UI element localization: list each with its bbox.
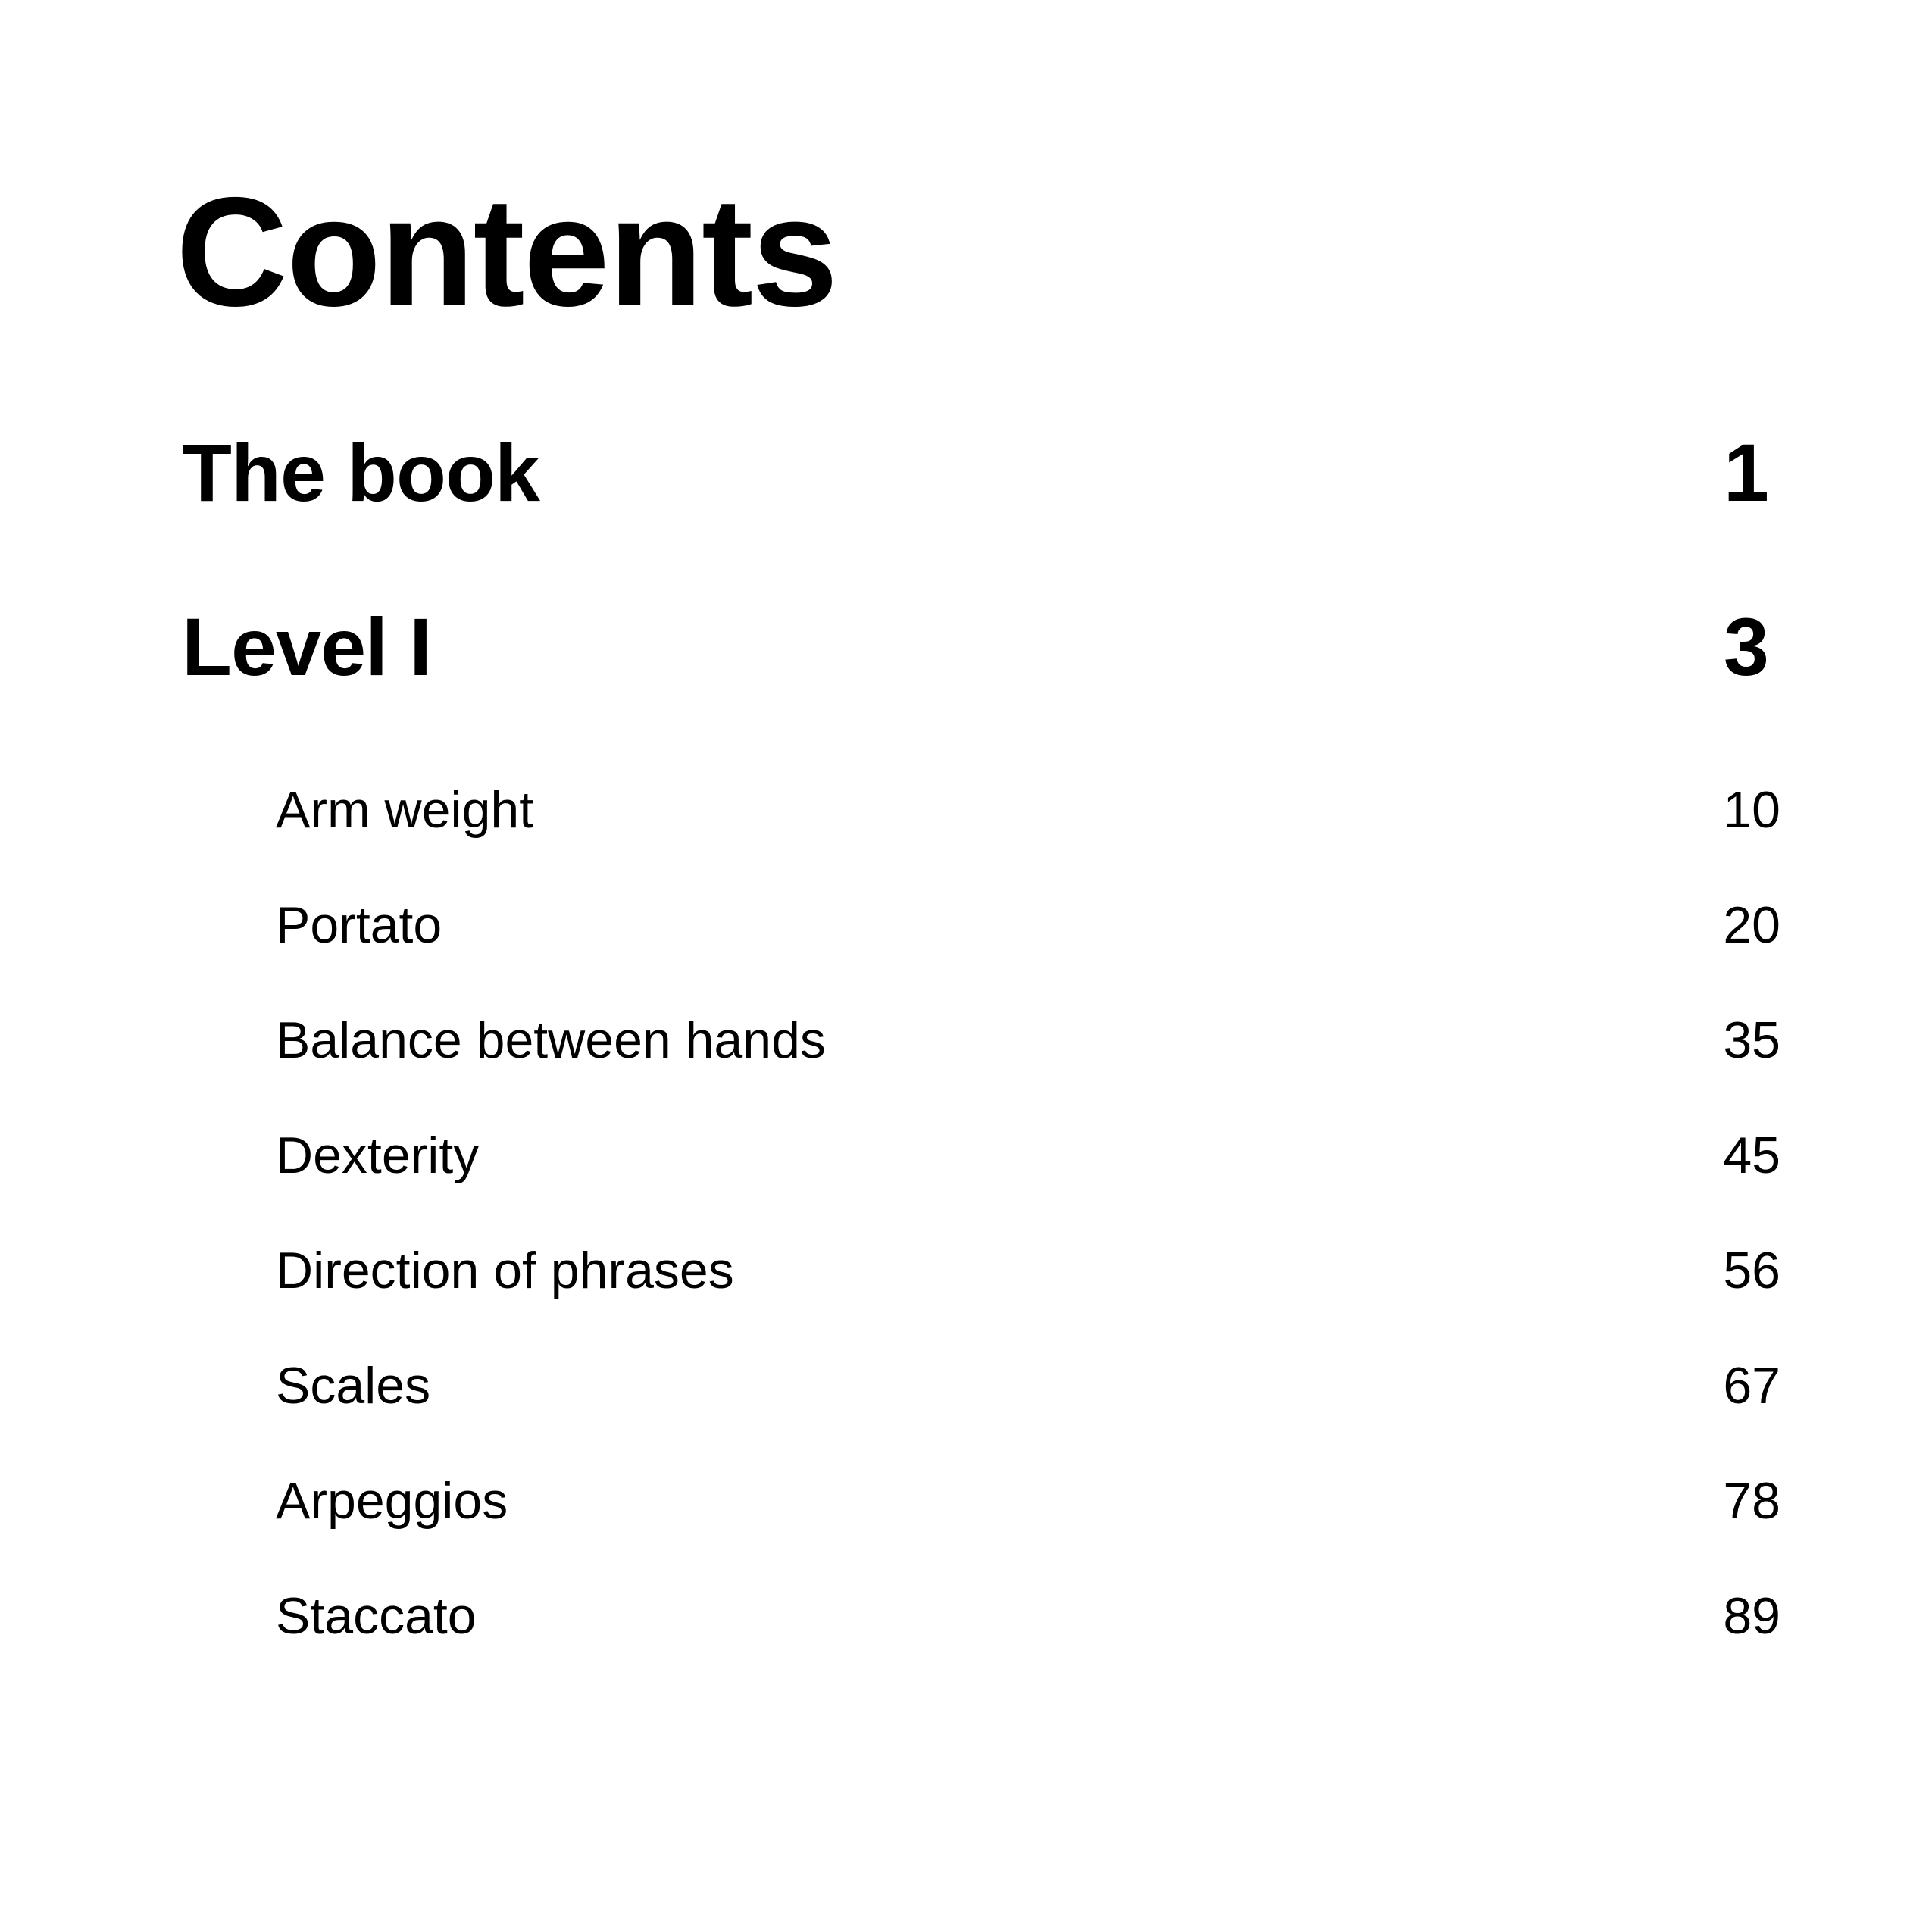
toc-entry-page: 10 (1723, 781, 1780, 839)
toc-entry-row[interactable]: Direction of phrases 56 (276, 1245, 1780, 1296)
page-title: Contents (176, 165, 838, 339)
toc-entry-label: Portato (276, 896, 442, 954)
toc-entry-row[interactable]: Portato 20 (276, 899, 1780, 951)
toc-section-row[interactable]: Level I 3 (182, 606, 1780, 688)
toc-entry-label: Balance between hands (276, 1011, 826, 1069)
toc-section-label: The book (182, 427, 540, 518)
toc-entry-label: Scales (276, 1357, 431, 1415)
toc-section-page: 3 (1723, 601, 1769, 692)
toc-entry-label: Arpeggios (276, 1472, 508, 1530)
toc-entry-label: Staccato (276, 1587, 477, 1645)
toc-entry-row[interactable]: Arpeggios 78 (276, 1475, 1780, 1527)
toc-section-row[interactable]: The book 1 (182, 432, 1780, 514)
toc-entry-row[interactable]: Dexterity 45 (276, 1130, 1780, 1181)
toc-entry-page: 45 (1723, 1127, 1780, 1184)
toc-entry-label: Arm weight (276, 781, 534, 839)
toc-entry-page: 56 (1723, 1242, 1780, 1299)
toc-entry-label: Dexterity (276, 1127, 480, 1184)
toc-entry-row[interactable]: Staccato 89 (276, 1590, 1780, 1642)
toc-entry-page: 89 (1723, 1587, 1780, 1645)
toc-entry-page: 20 (1723, 896, 1780, 954)
toc-entry-page: 78 (1723, 1472, 1780, 1530)
toc-entry-label: Direction of phrases (276, 1242, 734, 1299)
toc-entry-row[interactable]: Balance between hands 35 (276, 1014, 1780, 1066)
contents-page: Contents The book 1 Level I 3 Arm weight… (0, 0, 1932, 1932)
toc-entry-page: 67 (1723, 1357, 1780, 1415)
toc-entry-page: 35 (1723, 1011, 1780, 1069)
toc-entry-row[interactable]: Arm weight 10 (276, 784, 1780, 836)
toc-section-label: Level I (182, 601, 432, 692)
toc-entry-row[interactable]: Scales 67 (276, 1360, 1780, 1411)
toc-section-page: 1 (1723, 427, 1769, 518)
